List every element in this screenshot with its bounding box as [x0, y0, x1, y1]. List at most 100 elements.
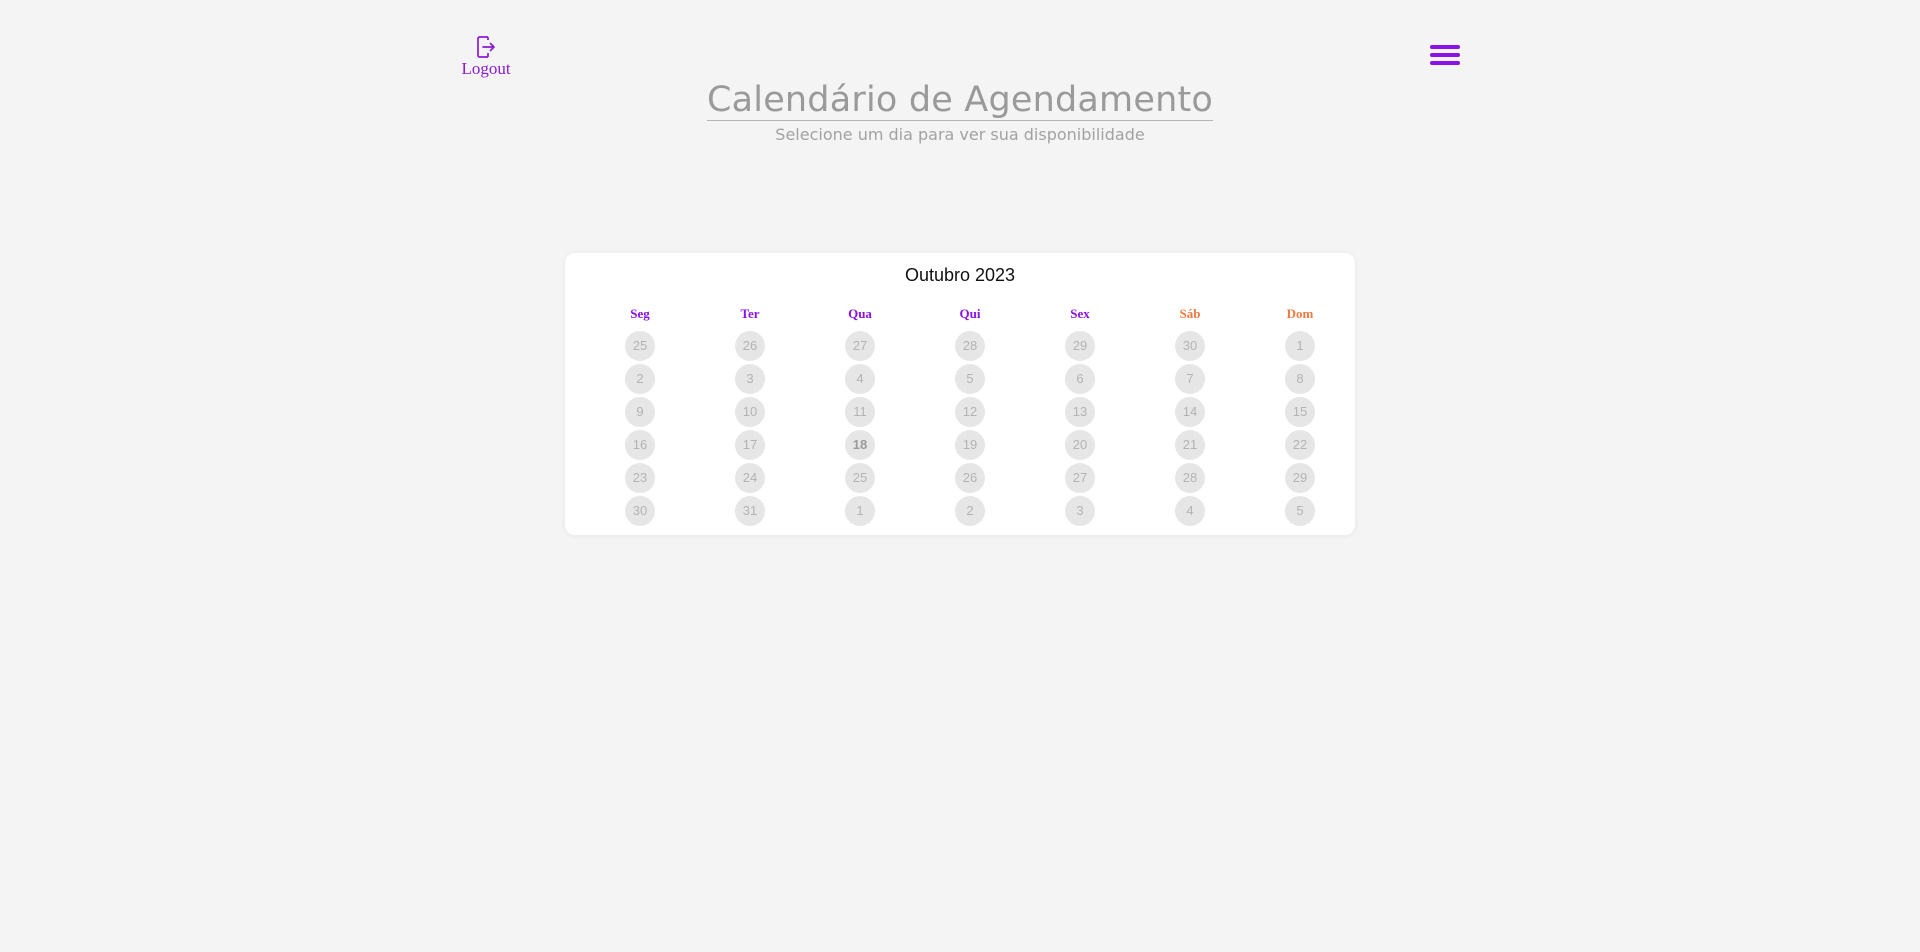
calendar-day-cell: 14 — [1135, 395, 1245, 428]
weekday-label: Sáb — [1179, 306, 1201, 321]
page-title: Calendário de Agendamento — [706, 80, 1213, 121]
weekday-label: Seg — [630, 306, 650, 321]
calendar-day-button[interactable]: 31 — [735, 495, 765, 526]
calendar-day-cell: 4 — [1135, 494, 1245, 527]
calendar-day-button[interactable]: 16 — [625, 429, 655, 460]
calendar-day-button[interactable]: 3 — [735, 363, 765, 394]
calendar-day-cell: 7 — [1135, 362, 1245, 395]
calendar-day-button[interactable]: 27 — [1065, 462, 1095, 493]
calendar-day-button[interactable]: 4 — [845, 363, 875, 394]
logout-button[interactable]: Logout — [461, 36, 511, 79]
calendar-day-cell: 4 — [805, 362, 915, 395]
calendar-day-button[interactable]: 8 — [1285, 363, 1315, 394]
calendar-day-cell: 2 — [585, 362, 695, 395]
calendar-day-button[interactable]: 9 — [625, 396, 655, 427]
weekday-label: Ter — [740, 306, 760, 321]
calendar-day-button[interactable]: 29 — [1065, 330, 1095, 361]
calendar-day-button[interactable]: 24 — [735, 462, 765, 493]
calendar-day-cell: 1 — [1245, 329, 1355, 362]
calendar-day-cell: 12 — [915, 395, 1025, 428]
calendar-day-cell: 24 — [695, 461, 805, 494]
calendar-day-button[interactable]: 27 — [845, 330, 875, 361]
hamburger-menu-icon[interactable] — [1430, 45, 1460, 69]
calendar-day-button[interactable]: 6 — [1065, 363, 1095, 394]
calendar-day-button[interactable]: 23 — [625, 462, 655, 493]
calendar-day-button[interactable]: 28 — [955, 330, 985, 361]
calendar-week-row: 23 24 25 26 27 28 29 — [585, 461, 1355, 494]
logout-icon — [477, 36, 495, 58]
calendar-day-cell: 27 — [805, 329, 915, 362]
calendar-day-cell: 3 — [1025, 494, 1135, 527]
calendar-day-button[interactable]: 17 — [735, 429, 765, 460]
calendar-day-button[interactable]: 1 — [845, 495, 875, 526]
calendar-day-button[interactable]: 19 — [955, 429, 985, 460]
calendar-day-button[interactable]: 15 — [1285, 396, 1315, 427]
calendar-week-row: 9 10 11 12 13 14 15 — [585, 395, 1355, 428]
calendar-day-cell: 15 — [1245, 395, 1355, 428]
weekday-label: Qua — [848, 306, 872, 321]
calendar-day-button[interactable]: 29 — [1285, 462, 1315, 493]
calendar-day-cell: 19 — [915, 428, 1025, 461]
calendar-day-cell: 10 — [695, 395, 805, 428]
calendar-day-button[interactable]: 26 — [735, 330, 765, 361]
calendar-day-cell: 26 — [695, 329, 805, 362]
calendar-day-button[interactable]: 3 — [1065, 495, 1095, 526]
calendar-week-row: 16 17 18 19 20 21 22 — [585, 428, 1355, 461]
logout-label: Logout — [461, 59, 511, 78]
calendar-day-button[interactable]: 26 — [955, 462, 985, 493]
calendar-card: Outubro 2023 Seg Ter Qua Qui Sex Sáb Dom… — [565, 253, 1355, 535]
calendar-day-cell: 28 — [1135, 461, 1245, 494]
calendar-day-button[interactable]: 12 — [955, 396, 985, 427]
weekday-label: Sex — [1070, 306, 1090, 321]
calendar-day-cell: 30 — [585, 494, 695, 527]
calendar-day-button[interactable]: 25 — [625, 330, 655, 361]
calendar-day-cell: 17 — [695, 428, 805, 461]
calendar-day-cell: 31 — [695, 494, 805, 527]
calendar-day-cell: 30 — [1135, 329, 1245, 362]
calendar-day-button[interactable]: 18 — [845, 429, 875, 460]
calendar-day-cell: 21 — [1135, 428, 1245, 461]
calendar-day-button[interactable]: 21 — [1175, 429, 1205, 460]
calendar-day-button[interactable]: 30 — [1175, 330, 1205, 361]
calendar-day-button[interactable]: 5 — [1285, 495, 1315, 526]
calendar-day-button[interactable]: 11 — [845, 396, 875, 427]
calendar-day-button[interactable]: 28 — [1175, 462, 1205, 493]
calendar-day-cell: 9 — [585, 395, 695, 428]
calendar-day-button[interactable]: 10 — [735, 396, 765, 427]
calendar-week-row: 30 31 1 2 3 4 5 — [585, 494, 1355, 527]
calendar-week-row: 2 3 4 5 6 7 8 — [585, 362, 1355, 395]
calendar-day-cell: 23 — [585, 461, 695, 494]
calendar-day-button[interactable]: 20 — [1065, 429, 1095, 460]
calendar-day-cell: 25 — [805, 461, 915, 494]
weekday-header-row: Seg Ter Qua Qui Sex Sáb Dom — [585, 306, 1355, 322]
calendar-month-title: Outubro 2023 — [904, 265, 1016, 285]
weekday-label: Qui — [959, 306, 981, 321]
calendar-day-cell: 5 — [915, 362, 1025, 395]
calendar-day-button[interactable]: 30 — [625, 495, 655, 526]
calendar-day-button[interactable]: 25 — [845, 462, 875, 493]
page-subtitle: Selecione um dia para ver sua disponibil… — [775, 125, 1145, 144]
calendar-day-cell: 6 — [1025, 362, 1135, 395]
calendar-day-button[interactable]: 4 — [1175, 495, 1205, 526]
calendar-day-button[interactable]: 2 — [625, 363, 655, 394]
calendar-day-cell: 22 — [1245, 428, 1355, 461]
calendar-day-cell: 3 — [695, 362, 805, 395]
calendar-day-cell: 11 — [805, 395, 915, 428]
calendar-day-grid: 25 26 27 28 29 30 1 2 3 4 5 6 7 8 9 10 11 12 13 14 15 16 17 18 1… — [585, 329, 1355, 527]
calendar-day-button[interactable]: 1 — [1285, 330, 1315, 361]
calendar-day-cell: 1 — [805, 494, 915, 527]
calendar-day-cell: 29 — [1245, 461, 1355, 494]
calendar-day-cell: 16 — [585, 428, 695, 461]
calendar-day-button[interactable]: 7 — [1175, 363, 1205, 394]
calendar-day-button[interactable]: 2 — [955, 495, 985, 526]
calendar-day-cell: 25 — [585, 329, 695, 362]
calendar-day-cell: 28 — [915, 329, 1025, 362]
calendar-day-cell: 18 — [805, 428, 915, 461]
calendar-day-button[interactable]: 14 — [1175, 396, 1205, 427]
calendar-day-cell: 20 — [1025, 428, 1135, 461]
calendar-day-button[interactable]: 13 — [1065, 396, 1095, 427]
calendar-day-button[interactable]: 22 — [1285, 429, 1315, 460]
calendar-day-cell: 27 — [1025, 461, 1135, 494]
page-header: Calendário de Agendamento Selecione um d… — [0, 80, 1920, 144]
calendar-day-button[interactable]: 5 — [955, 363, 985, 394]
